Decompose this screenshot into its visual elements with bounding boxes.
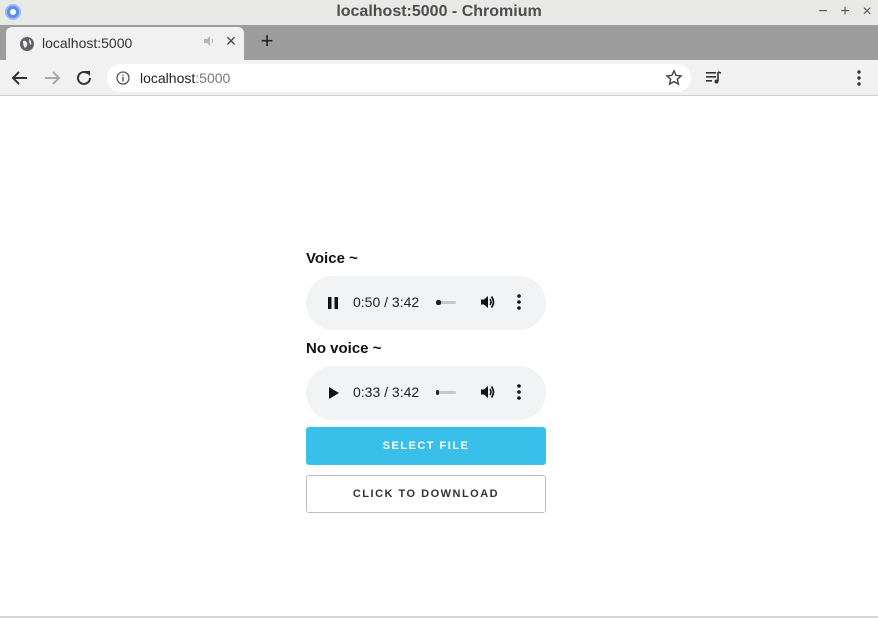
minimize-button[interactable]: − [814, 2, 832, 22]
voice-audio-player[interactable]: 0:50 / 3:42 [306, 276, 546, 330]
media-control-icon[interactable] [705, 69, 723, 87]
globe-icon [20, 37, 34, 51]
browser-toolbar: localhost:5000 [0, 60, 878, 96]
address-bar[interactable]: localhost:5000 [107, 64, 691, 92]
tab-close-button[interactable]: × [222, 31, 240, 52]
audio-time: 0:50 / 3:42 [353, 294, 420, 310]
volume-icon[interactable] [479, 293, 497, 311]
url-text: localhost:5000 [140, 70, 230, 86]
forward-icon[interactable] [40, 66, 64, 90]
kebab-menu-icon[interactable] [852, 69, 866, 87]
tab-strip: localhost:5000 × + [0, 25, 878, 60]
audio-progress-slider[interactable] [436, 390, 456, 395]
window-titlebar: localhost:5000 - Chromium − + × [0, 0, 878, 25]
window-title: localhost:5000 - Chromium [336, 3, 542, 20]
tab-title: localhost:5000 [42, 35, 133, 51]
url-host: localhost [140, 70, 196, 86]
volume-icon[interactable] [479, 383, 497, 401]
pause-icon[interactable] [324, 294, 342, 312]
close-window-button[interactable]: × [858, 2, 876, 22]
voice-label: Voice ~ [306, 250, 358, 267]
audio-time: 0:33 / 3:42 [353, 384, 420, 400]
download-button[interactable]: CLICK TO DOWNLOAD [306, 475, 546, 513]
mute-icon[interactable] [202, 34, 216, 48]
maximize-button[interactable]: + [836, 2, 854, 22]
play-icon[interactable] [324, 384, 342, 402]
new-tab-button[interactable]: + [256, 28, 278, 54]
star-icon[interactable] [665, 69, 683, 87]
back-icon[interactable] [8, 66, 32, 90]
reload-icon[interactable] [72, 66, 96, 90]
url-port: :5000 [195, 70, 231, 86]
page-content: Voice ~ 0:50 / 3:42 No voice ~ 0:33 / 3:… [0, 97, 878, 618]
more-options-icon[interactable] [513, 293, 525, 311]
no-voice-label: No voice ~ [306, 340, 382, 357]
no-voice-audio-player[interactable]: 0:33 / 3:42 [306, 366, 546, 420]
audio-progress-fill [436, 300, 441, 305]
audio-progress-fill [436, 390, 439, 395]
select-file-button[interactable]: SELECT FILE [306, 427, 546, 465]
audio-progress-slider[interactable] [436, 300, 456, 305]
tab-localhost[interactable]: localhost:5000 × [6, 27, 244, 60]
more-options-icon[interactable] [513, 383, 525, 401]
info-icon[interactable] [116, 71, 130, 85]
